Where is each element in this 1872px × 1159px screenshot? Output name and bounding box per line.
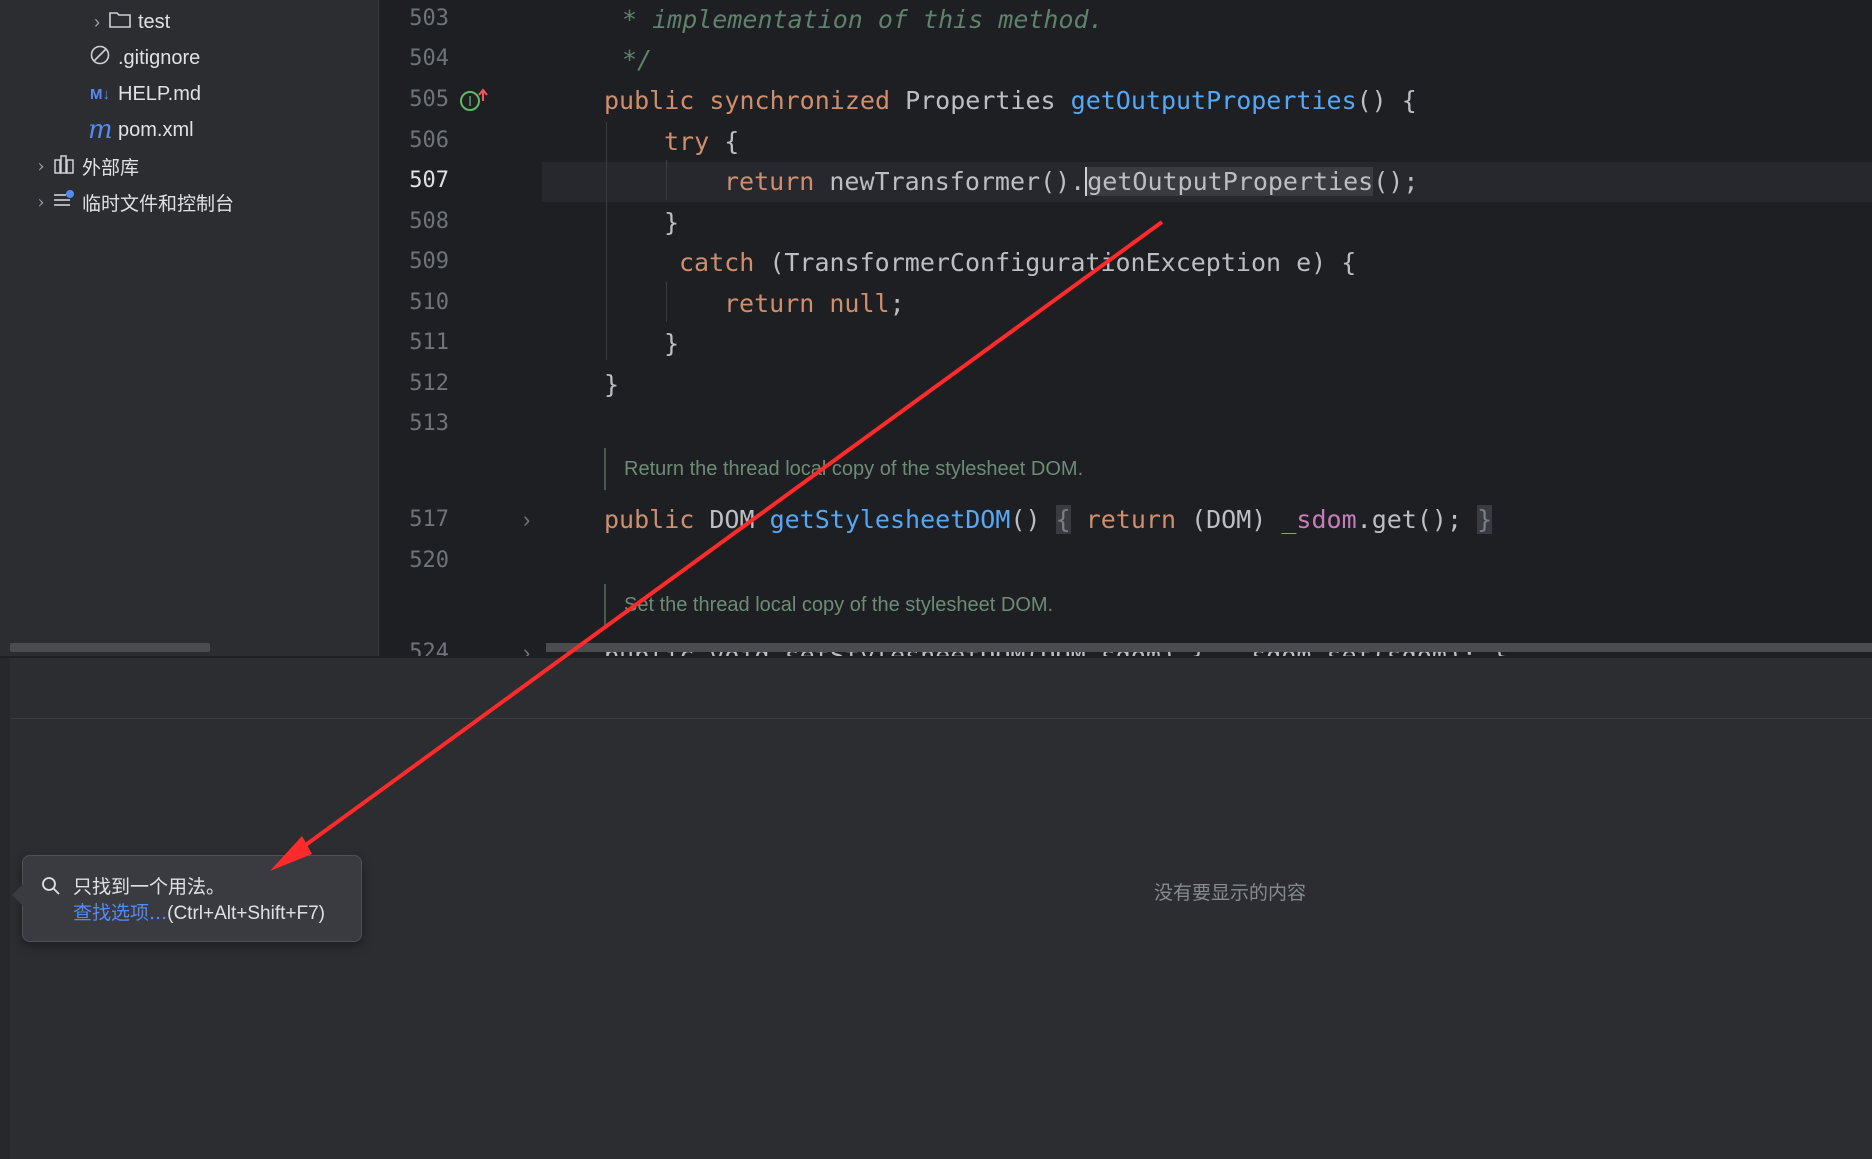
tree-item-test[interactable]: › test — [86, 4, 170, 40]
line-number: 503 — [409, 6, 449, 31]
code-editor[interactable]: * implementation of this method. */ publ… — [542, 0, 1872, 656]
svg-text:I: I — [468, 95, 472, 110]
line-number: 511 — [409, 330, 449, 355]
code-line-508: } — [664, 208, 680, 237]
tree-item-scratches[interactable]: › 临时文件和控制台 — [30, 184, 234, 220]
scratches-icon — [52, 189, 76, 216]
project-tree-panel: › test .gitignore M↓ HELP.md m pom.xml ›… — [0, 0, 379, 656]
folded-block-close: } — [1477, 505, 1493, 534]
folder-icon — [108, 10, 132, 34]
line-number: 505 — [409, 87, 449, 112]
code-line-512: } — [604, 370, 620, 399]
tree-item-external-libraries[interactable]: › 外部库 — [30, 148, 139, 184]
line-number: 513 — [409, 411, 449, 436]
line-number: 510 — [409, 290, 449, 315]
implements-gutter-icon[interactable]: I — [459, 87, 489, 115]
line-number-current: 507 — [409, 168, 449, 193]
chevron-right-icon[interactable]: › — [30, 156, 52, 177]
tree-item-label: test — [138, 10, 171, 33]
doc-comment: Set the thread local copy of the stylesh… — [604, 584, 1053, 626]
code-line-506: try { — [664, 127, 740, 156]
line-number: 504 — [409, 46, 449, 71]
editor-horizontal-scrollbar[interactable] — [546, 643, 1872, 652]
popup-message: 只找到一个用法。 — [73, 876, 226, 898]
tree-item-label: pom.xml — [118, 118, 194, 141]
usage-popup: 只找到一个用法。 查找选项...(Ctrl+Alt+Shift+F7) — [12, 855, 362, 942]
line-number: 512 — [409, 371, 449, 396]
line-number: 508 — [409, 209, 449, 234]
line-number: 517 — [409, 507, 449, 532]
chevron-right-icon[interactable]: › — [86, 12, 108, 33]
tree-item-gitignore[interactable]: .gitignore — [88, 40, 200, 76]
line-number: 509 — [409, 249, 449, 274]
line-number: 520 — [409, 548, 449, 573]
tree-item-label: 外部库 — [82, 156, 140, 179]
indent-guide — [606, 122, 607, 360]
code-line-510: return null; — [724, 289, 905, 318]
library-icon — [52, 154, 76, 179]
code-line-517: public DOM getStylesheetDOM() { return (… — [604, 505, 1493, 534]
fold-expand-icon[interactable]: › — [523, 507, 530, 533]
editor-gutter: 503 504 505 506 507 508 509 510 511 512 … — [379, 0, 541, 656]
usage-highlight: getOutputProperties — [1085, 167, 1374, 196]
indent-guide — [666, 160, 667, 200]
find-options-link[interactable]: 查找选项... — [73, 902, 167, 924]
doc-comment: Return the thread local copy of the styl… — [604, 448, 1083, 490]
tree-item-help-md[interactable]: M↓ HELP.md — [88, 76, 201, 112]
maven-icon: m — [88, 115, 113, 145]
code-line-507: return newTransformer().getOutputPropert… — [724, 167, 1419, 196]
code-line-509: catch (TransformerConfigurationException… — [679, 248, 1357, 277]
tree-item-pom-xml[interactable]: m pom.xml — [88, 112, 194, 148]
line-number: 506 — [409, 128, 449, 153]
panel-header — [10, 658, 1872, 719]
tree-item-label: HELP.md — [118, 82, 202, 105]
chevron-right-icon[interactable]: › — [30, 192, 52, 213]
fold-expand-icon[interactable]: › — [523, 640, 530, 656]
markdown-icon: M↓ — [90, 85, 110, 103]
tree-item-label: 临时文件和控制台 — [82, 192, 235, 215]
indent-guide — [666, 282, 667, 322]
tree-item-label: .gitignore — [118, 46, 201, 69]
ignored-file-icon — [88, 44, 112, 72]
empty-state-text: 没有要显示的内容 — [1153, 882, 1306, 904]
line-number: 524 — [409, 640, 449, 656]
tool-window-stripe — [0, 658, 10, 1159]
popup-pointer — [12, 884, 23, 906]
code-line-503: * implementation of this method. — [622, 5, 1104, 34]
folded-block-open: { — [1055, 505, 1071, 534]
code-line-505: public synchronized Properties getOutput… — [604, 86, 1417, 115]
shortcut-hint: (Ctrl+Alt+Shift+F7) — [167, 903, 325, 924]
tree-horizontal-scrollbar[interactable] — [10, 643, 210, 652]
code-line-504: */ — [622, 45, 653, 74]
search-icon — [41, 876, 61, 896]
code-line-511: } — [664, 329, 680, 358]
